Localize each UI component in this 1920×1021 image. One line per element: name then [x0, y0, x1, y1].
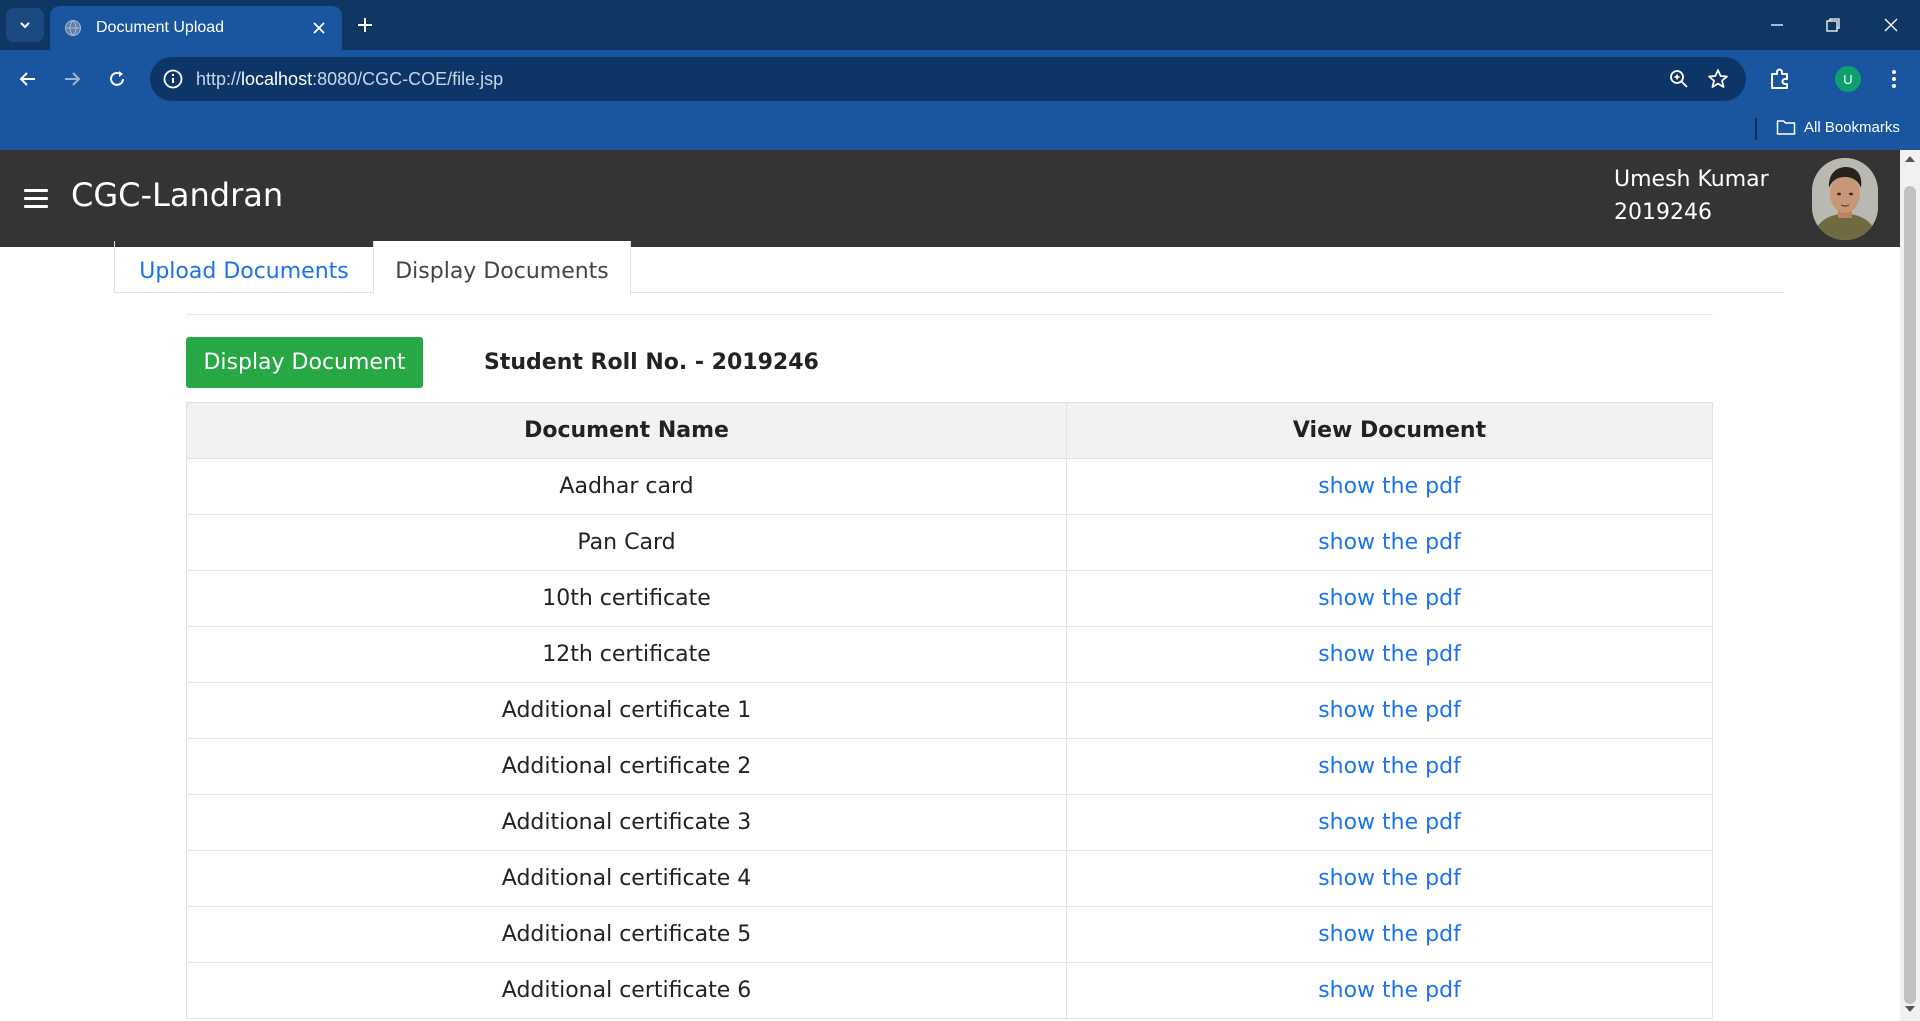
- scroll-up-arrow-icon[interactable]: [1905, 156, 1915, 162]
- folder-icon: [1776, 120, 1796, 135]
- document-name: Additional certificate 5: [186, 906, 1067, 963]
- display-document-button[interactable]: Display Document: [186, 337, 423, 388]
- show-pdf-link[interactable]: show the pdf: [1318, 698, 1461, 723]
- tab-upload-documents[interactable]: Upload Documents: [114, 241, 373, 293]
- tab-title: Document Upload: [96, 19, 225, 36]
- extensions-icon[interactable]: [1766, 65, 1794, 93]
- brand-title: CGC-Landran: [71, 176, 284, 214]
- back-button[interactable]: [14, 65, 42, 93]
- table-row: Aadhar card show the pdf: [186, 458, 1713, 515]
- table-row: 10th certificate show the pdf: [186, 570, 1713, 627]
- scrollbar-thumb[interactable]: [1904, 186, 1916, 1004]
- bookmarks-divider: [1755, 118, 1757, 140]
- show-pdf-link[interactable]: show the pdf: [1318, 978, 1461, 1003]
- page-scrollbar[interactable]: [1900, 150, 1920, 1021]
- document-name: Pan Card: [186, 514, 1067, 571]
- zoom-icon[interactable]: [1668, 68, 1690, 90]
- user-id: 2019246: [1614, 200, 1712, 225]
- browser-toolbar: http://localhost:8080/CGC-COE/file.jsp U: [0, 50, 1920, 108]
- plus-icon: [358, 18, 372, 32]
- minimize-button[interactable]: [1764, 12, 1790, 38]
- restore-icon: [1826, 18, 1840, 32]
- table-row: Additional certificate 3 show the pdf: [186, 794, 1713, 851]
- chevron-down-icon: [20, 22, 30, 29]
- document-name: Aadhar card: [186, 458, 1067, 515]
- show-pdf-link[interactable]: show the pdf: [1318, 754, 1461, 779]
- table-row: Additional certificate 1 show the pdf: [186, 682, 1713, 739]
- table-header-row: Document Name View Document: [186, 402, 1713, 459]
- document-name: Additional certificate 4: [186, 850, 1067, 907]
- close-window-button[interactable]: [1878, 12, 1904, 38]
- show-pdf-link[interactable]: show the pdf: [1318, 586, 1461, 611]
- document-tabs: Upload Documents Display Documents: [114, 241, 1784, 294]
- all-bookmarks-button[interactable]: All Bookmarks: [1776, 118, 1900, 136]
- browser-tab[interactable]: Document Upload: [50, 6, 342, 50]
- profile-avatar[interactable]: U: [1835, 66, 1861, 92]
- show-pdf-link[interactable]: show the pdf: [1318, 530, 1461, 555]
- bookmarks-bar: All Bookmarks: [0, 108, 1920, 150]
- site-info-icon[interactable]: [162, 68, 184, 90]
- table-row: Additional certificate 4 show the pdf: [186, 850, 1713, 907]
- documents-table: Document Name View Document Aadhar card s…: [186, 402, 1713, 1019]
- show-pdf-link[interactable]: show the pdf: [1318, 642, 1461, 667]
- url-text[interactable]: http://localhost:8080/CGC-COE/file.jsp: [196, 69, 503, 90]
- show-pdf-link[interactable]: show the pdf: [1318, 922, 1461, 947]
- reload-icon: [110, 71, 124, 86]
- arrow-right-icon: [65, 72, 81, 86]
- document-name: 10th certificate: [186, 570, 1067, 627]
- tab-display-documents[interactable]: Display Documents: [373, 241, 631, 294]
- document-name: 12th certificate: [186, 626, 1067, 683]
- show-pdf-link[interactable]: show the pdf: [1318, 474, 1461, 499]
- show-pdf-link[interactable]: show the pdf: [1318, 866, 1461, 891]
- table-row: Additional certificate 5 show the pdf: [186, 906, 1713, 963]
- arrow-left-icon: [19, 72, 35, 86]
- more-options-icon[interactable]: [1880, 65, 1908, 93]
- table-row: Additional certificate 2 show the pdf: [186, 738, 1713, 795]
- app-header: CGC-Landran Umesh Kumar 2019246: [0, 150, 1900, 247]
- forward-button[interactable]: [58, 65, 86, 93]
- close-icon: [1884, 18, 1898, 32]
- document-name: Additional certificate 6: [186, 962, 1067, 1019]
- table-row: Pan Card show the pdf: [186, 514, 1713, 571]
- user-name: Umesh Kumar: [1614, 167, 1769, 192]
- restore-button[interactable]: [1820, 12, 1846, 38]
- section-divider: [186, 314, 1713, 315]
- scroll-down-arrow-icon[interactable]: [1905, 1006, 1915, 1012]
- user-avatar[interactable]: [1812, 158, 1878, 240]
- document-name: Additional certificate 2: [186, 738, 1067, 795]
- reload-button[interactable]: [103, 65, 131, 93]
- new-tab-button[interactable]: [352, 12, 378, 38]
- bookmark-star-icon[interactable]: [1706, 67, 1730, 91]
- minimize-icon: [1771, 24, 1783, 26]
- browser-tabstrip: Document Upload: [0, 0, 1920, 50]
- menu-icon[interactable]: [24, 189, 48, 209]
- table-row: 12th certificate show the pdf: [186, 626, 1713, 683]
- all-bookmarks-label: All Bookmarks: [1804, 118, 1900, 136]
- close-tab-icon[interactable]: [310, 19, 328, 37]
- globe-icon: [65, 20, 81, 36]
- column-header-view-document: View Document: [1066, 402, 1713, 459]
- column-header-document-name: Document Name: [186, 402, 1067, 459]
- document-name: Additional certificate 3: [186, 794, 1067, 851]
- student-roll-label: Student Roll No. - 2019246: [484, 350, 819, 375]
- address-bar[interactable]: http://localhost:8080/CGC-COE/file.jsp: [150, 57, 1746, 101]
- document-name: Additional certificate 1: [186, 682, 1067, 739]
- tab-search-button[interactable]: [6, 8, 44, 42]
- show-pdf-link[interactable]: show the pdf: [1318, 810, 1461, 835]
- table-row: Additional certificate 6 show the pdf: [186, 962, 1713, 1019]
- page-viewport: CGC-Landran Umesh Kumar 2019246 Upload D…: [0, 150, 1900, 1021]
